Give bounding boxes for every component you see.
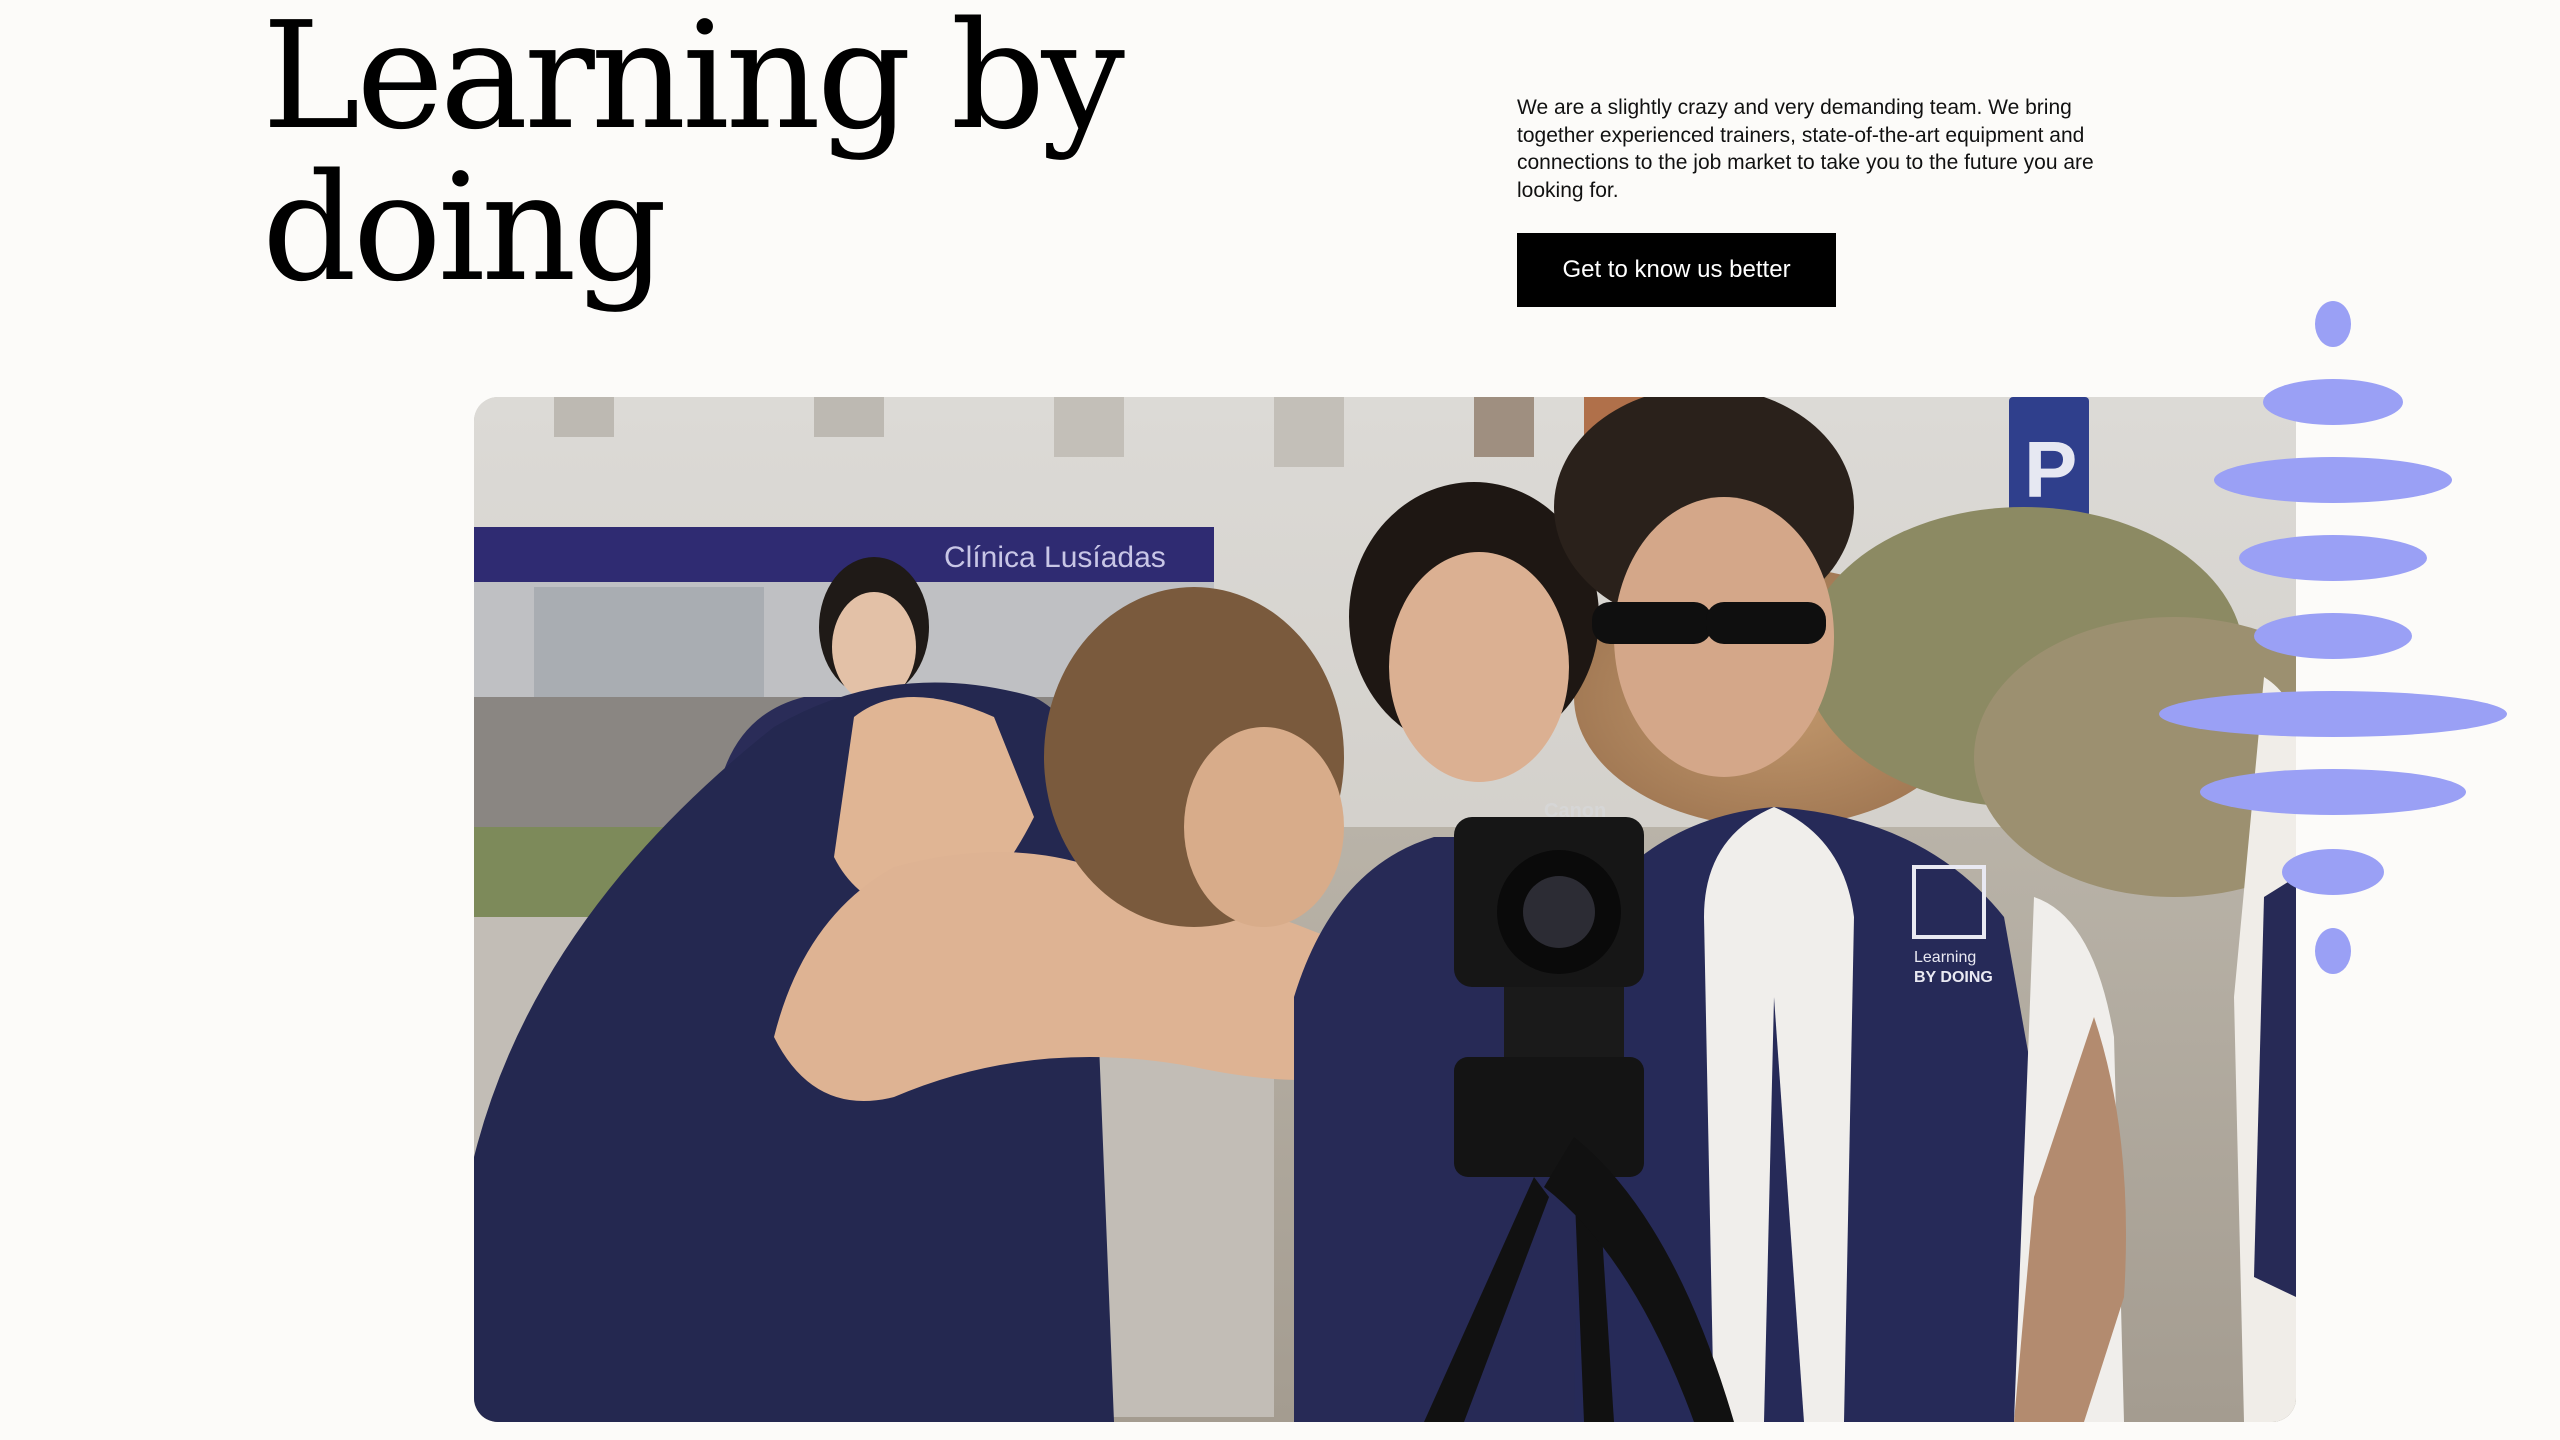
vest-logo-line-1: Learning [1914,949,1976,966]
hero-title: Learning by doing [262,0,1125,314]
decor-ellipse [2263,379,2403,425]
decorative-ellipses [2159,301,2507,974]
decor-ellipse [2282,849,2384,895]
hero-title-line-2: doing [262,142,667,314]
vest-logo-line-2: BY DOING [1914,969,1993,986]
decor-ellipse [2254,613,2412,659]
decor-ellipse [2315,301,2351,347]
photo-illustration: Clínica Lusíadas P Learning BY DOING Can… [474,397,2296,1422]
intro-paragraph: We are a slightly crazy and very demandi… [1517,96,2094,202]
decor-ellipse [2214,457,2452,503]
parking-sign-text: P [2024,425,2077,514]
hero-photo: Clínica Lusíadas P Learning BY DOING Can… [474,397,2296,1422]
shop-sign-text: Clínica Lusíadas [944,541,1166,574]
decor-ellipse [2315,928,2351,974]
decor-ellipse [2159,691,2507,737]
camera-brand-text: Canon [1544,800,1606,822]
decor-ellipse [2200,769,2466,815]
get-to-know-us-button[interactable]: Get to know us better [1517,233,1836,307]
page: Learning by doing We are a slightly craz… [0,0,2560,1440]
hero-title-line-1: Learning by [262,0,1125,162]
decor-ellipse [2239,535,2427,581]
